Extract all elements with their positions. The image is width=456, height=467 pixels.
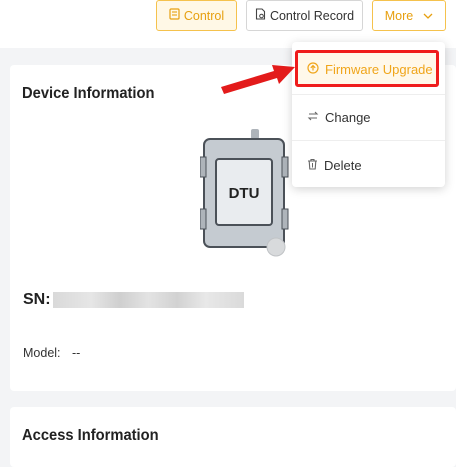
trash-icon <box>307 158 318 173</box>
serial-number-redacted <box>53 292 244 308</box>
document-icon <box>255 8 266 23</box>
more-button-label: More <box>384 8 414 23</box>
dtu-label: DTU <box>229 185 260 202</box>
dtu-device-image: DTU <box>199 129 290 266</box>
menu-item-change-label: Change <box>325 109 371 125</box>
menu-item-firmware-upgrade-label: Firmware Upgrade <box>325 61 433 77</box>
control-record-button[interactable]: Control Record <box>246 0 363 31</box>
menu-item-delete[interactable]: Delete <box>292 145 445 185</box>
control-record-button-label: Control Record <box>269 8 355 23</box>
menu-divider <box>292 94 445 95</box>
menu-item-firmware-upgrade[interactable]: Firmware Upgrade <box>292 49 445 89</box>
menu-item-change[interactable]: Change <box>292 97 445 137</box>
access-information-title: Access Information <box>22 427 159 444</box>
menu-item-delete-label: Delete <box>324 157 362 173</box>
control-button[interactable]: Control <box>156 0 237 31</box>
model-label: Model: <box>23 346 61 360</box>
control-icon <box>169 8 180 23</box>
device-information-title: Device Information <box>22 85 155 102</box>
model-row: Model: -- <box>23 346 80 360</box>
menu-divider <box>292 140 445 141</box>
model-value: -- <box>72 346 81 360</box>
access-information-card: Access Information <box>10 407 456 467</box>
chevron-down-icon <box>423 9 433 23</box>
top-toolbar: Control Control Record More <box>0 0 456 48</box>
red-arrow-icon <box>218 57 298 102</box>
upload-circle-icon <box>307 61 319 77</box>
more-button[interactable]: More <box>372 0 446 31</box>
control-button-label: Control <box>183 8 225 23</box>
swap-icon <box>307 110 319 125</box>
